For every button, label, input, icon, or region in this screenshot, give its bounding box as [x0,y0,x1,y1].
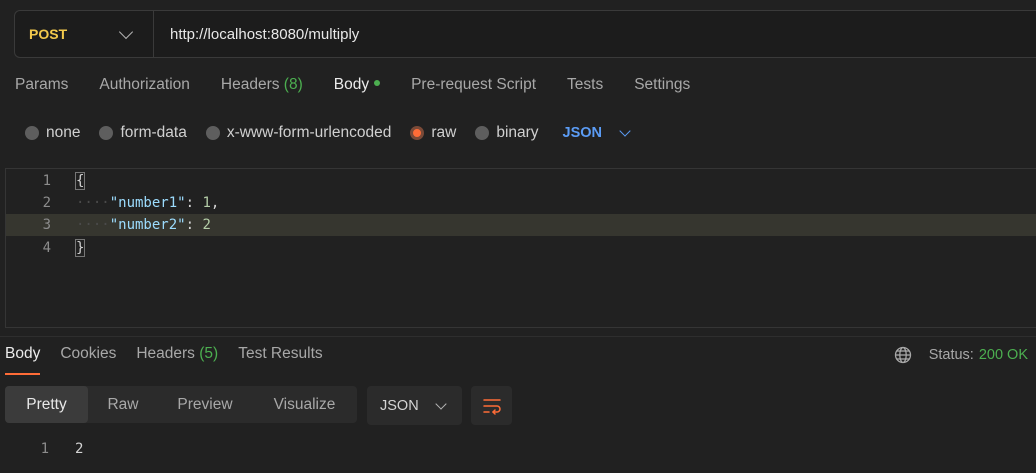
radio-label: binary [496,124,539,141]
body-type-selector: none form-data x-www-form-urlencoded raw… [25,122,631,144]
close-brace: } [74,239,86,257]
indent-guide: ···· [76,217,110,233]
radio-selected-icon [410,126,425,140]
view-visualize-button[interactable]: Visualize [252,386,357,423]
method-label: POST [29,26,68,42]
radio-form-data[interactable]: form-data [99,124,187,142]
view-raw-button[interactable]: Raw [88,386,158,423]
indent-guide: ···· [76,195,110,211]
body-format-select[interactable]: JSON [562,125,631,141]
view-preview-button[interactable]: Preview [158,386,252,423]
response-value: 2 [75,441,84,457]
tab-body[interactable]: Body [333,76,381,102]
tab-settings[interactable]: Settings [634,76,690,102]
tab-pre-request-script[interactable]: Pre-request Script [411,76,536,102]
headers-count: (8) [283,76,303,93]
line-number: 1 [40,441,49,457]
tab-label: Test Results [238,345,323,362]
request-body-editor[interactable]: 1 { 2 ····"number1": 1, 3 ····"number2":… [5,168,1036,328]
method-select[interactable]: POST [15,11,154,57]
wrap-lines-button[interactable] [471,386,512,425]
editor-line: 1 { [6,170,1036,192]
tab-tests[interactable]: Tests [567,76,603,102]
line-number: 3 [42,217,51,233]
response-format-label: JSON [380,397,419,414]
line-number: 1 [42,173,51,189]
tab-response-body[interactable]: Body [5,345,41,375]
tab-label: Pre-request Script [411,76,537,93]
tab-label: Params [15,76,69,93]
radio-label: form-data [120,124,187,141]
json-colon: : [185,217,203,233]
view-mode-group: Pretty Raw Preview Visualize [5,386,357,423]
json-value: 1 [202,195,211,211]
tab-cookies[interactable]: Cookies [60,345,116,375]
line-number: 4 [42,240,51,256]
modified-dot-icon [374,80,381,86]
tab-label: Tests [567,76,604,93]
radio-x-www-form-urlencoded[interactable]: x-www-form-urlencoded [205,124,392,142]
radio-icon [25,126,39,140]
tab-headers[interactable]: Headers (8) [221,76,303,102]
body-format-label: JSON [562,125,603,141]
radio-icon [205,126,220,140]
json-key: "number2" [109,217,186,233]
chevron-down-icon [435,397,447,410]
radio-label: x-www-form-urlencoded [226,124,392,141]
tab-label: Headers [220,76,280,93]
response-body-line: 1 2 [0,438,400,460]
tab-label: Authorization [99,76,190,93]
json-colon: : [185,195,203,211]
wrap-lines-icon [482,398,501,415]
response-status: Status: 200 OK [894,346,1028,364]
radio-none[interactable]: none [25,124,80,142]
tab-params[interactable]: Params [15,76,68,102]
radio-binary[interactable]: binary [475,124,539,142]
tab-label: Cookies [60,345,117,362]
status-badge[interactable]: 200 OK [979,347,1028,363]
tab-label: Body [5,345,41,362]
response-format-select[interactable]: JSON [367,386,462,425]
radio-icon [99,126,114,140]
chevron-down-icon [118,24,134,40]
tab-label: Headers [136,345,195,362]
editor-line-active: 3 ····"number2": 2 [6,214,1036,236]
json-value: 2 [202,217,211,233]
chevron-down-icon [619,125,631,137]
pane-divider[interactable] [0,336,1036,337]
view-pretty-button[interactable]: Pretty [5,386,88,423]
tab-label: Settings [634,76,691,93]
json-comma: , [210,195,220,211]
radio-icon [475,126,490,140]
radio-raw[interactable]: raw [410,124,456,142]
request-url-bar: POST [14,10,1036,58]
tab-response-headers[interactable]: Headers (5) [136,345,218,375]
editor-line: 2 ····"number1": 1, [6,192,1036,214]
editor-line: 4 } [6,237,1036,259]
radio-label: none [46,124,81,141]
url-input[interactable] [154,11,1036,57]
line-number: 2 [42,195,51,211]
status-label: Status: [928,347,974,363]
tab-test-results[interactable]: Test Results [238,345,322,375]
response-tabs: Body Cookies Headers (5) Test Results [5,345,343,375]
tab-label: Body [333,76,370,93]
globe-icon[interactable] [894,346,912,364]
open-brace: { [74,172,86,190]
tab-authorization[interactable]: Authorization [99,76,189,102]
request-tabs: Params Authorization Headers (8) Body Pr… [15,76,721,102]
json-key: "number1" [109,195,186,211]
radio-label: raw [431,124,457,141]
headers-count: (5) [199,345,219,362]
